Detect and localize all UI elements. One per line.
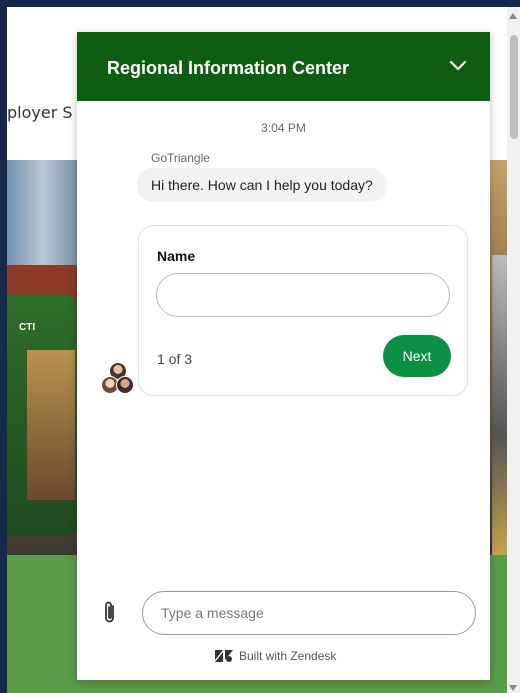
name-input[interactable] <box>156 273 450 317</box>
message-input-placeholder: Type a message <box>161 605 264 621</box>
site-nav-fragment[interactable]: ployer S <box>7 103 73 122</box>
built-with-zendesk-text: Built with Zendesk <box>239 649 337 663</box>
chat-widget: Regional Information Center 3:04 PM GoTr… <box>77 32 490 680</box>
scroll-down-arrow-icon[interactable] <box>509 685 517 691</box>
zendesk-logo-icon <box>215 650 233 662</box>
message-timestamp: 3:04 PM <box>261 121 306 135</box>
chat-title: Regional Information Center <box>107 58 350 78</box>
agent-avatars <box>100 362 134 396</box>
greeting-message: Hi there. How can I help you today? <box>137 168 387 202</box>
chat-header: Regional Information Center <box>77 32 490 101</box>
message-input[interactable]: Type a message <box>142 591 476 635</box>
chevron-down-icon <box>449 60 467 71</box>
bus-label-image: CTI <box>19 322 36 333</box>
scroll-up-arrow-icon[interactable] <box>509 13 517 19</box>
bus-window-image <box>27 350 75 500</box>
name-form-card: Name 1 of 3 Next <box>138 225 468 396</box>
form-step-indicator: 1 of 3 <box>157 351 193 367</box>
sender-name: GoTriangle <box>151 151 210 165</box>
collapse-button[interactable] <box>448 56 468 76</box>
name-field-label: Name <box>157 248 196 264</box>
attach-button[interactable] <box>102 600 118 626</box>
background-structure-image <box>492 255 507 555</box>
zendesk-branding[interactable]: Built with Zendesk <box>215 649 336 663</box>
scroll-thumb[interactable] <box>510 35 518 139</box>
page-scrollbar[interactable] <box>507 7 520 693</box>
next-button[interactable]: Next <box>383 335 451 377</box>
avatar <box>116 376 134 394</box>
building-image <box>7 160 77 270</box>
paperclip-icon <box>105 601 114 623</box>
